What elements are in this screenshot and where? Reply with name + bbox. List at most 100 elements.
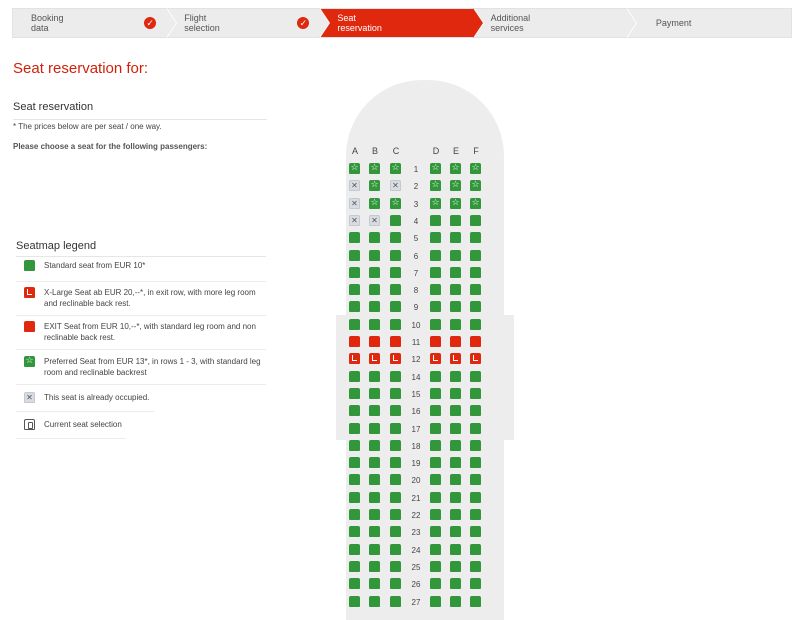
seat-12d[interactable] (430, 353, 441, 364)
seat-25f[interactable] (470, 561, 481, 572)
seat-27e[interactable] (450, 596, 461, 607)
seat-8d[interactable] (430, 284, 441, 295)
seat-1e[interactable] (450, 162, 461, 174)
seat-8a[interactable] (349, 284, 360, 295)
step-additional-services[interactable]: Additional services (473, 8, 638, 38)
seat-14c[interactable] (390, 371, 401, 382)
seat-26c[interactable] (390, 578, 401, 589)
seat-18c[interactable] (390, 440, 401, 451)
seat-4d[interactable] (430, 215, 441, 226)
seat-12b[interactable] (369, 353, 380, 364)
seat-5d[interactable] (430, 232, 441, 243)
seat-7e[interactable] (450, 267, 461, 278)
seat-22d[interactable] (430, 509, 441, 520)
seat-18b[interactable] (369, 440, 380, 451)
seat-2d[interactable] (430, 179, 441, 191)
seat-21a[interactable] (349, 492, 360, 503)
seat-26b[interactable] (369, 578, 380, 589)
seat-9a[interactable] (349, 301, 360, 312)
seat-20f[interactable] (470, 474, 481, 485)
seat-20b[interactable] (369, 474, 380, 485)
seat-25e[interactable] (450, 561, 461, 572)
seat-16a[interactable] (349, 405, 360, 416)
seat-3b[interactable] (369, 197, 380, 209)
seat-4c[interactable] (390, 215, 401, 226)
seat-3e[interactable] (450, 197, 461, 209)
seat-20a[interactable] (349, 474, 360, 485)
seat-20c[interactable] (390, 474, 401, 485)
seat-10b[interactable] (369, 319, 380, 330)
seat-22c[interactable] (390, 509, 401, 520)
seat-27b[interactable] (369, 596, 380, 607)
seat-16e[interactable] (450, 405, 461, 416)
seat-24c[interactable] (390, 544, 401, 555)
seat-17b[interactable] (369, 423, 380, 434)
seat-4e[interactable] (450, 215, 461, 226)
seat-10a[interactable] (349, 319, 360, 330)
seat-25c[interactable] (390, 561, 401, 572)
seat-1c[interactable] (390, 162, 401, 174)
seat-16b[interactable] (369, 405, 380, 416)
seat-15c[interactable] (390, 388, 401, 399)
seat-25b[interactable] (369, 561, 380, 572)
seat-19d[interactable] (430, 457, 441, 468)
seat-7f[interactable] (470, 267, 481, 278)
seat-11b[interactable] (369, 336, 380, 347)
seat-12f[interactable] (470, 353, 481, 364)
seat-12e[interactable] (450, 353, 461, 364)
seat-11c[interactable] (390, 336, 401, 347)
seat-27d[interactable] (430, 596, 441, 607)
seat-22f[interactable] (470, 509, 481, 520)
seat-17d[interactable] (430, 423, 441, 434)
step-seat-reservation[interactable]: Seat reservation (319, 8, 484, 38)
seat-2b[interactable] (369, 179, 380, 191)
seat-18f[interactable] (470, 440, 481, 451)
seat-23d[interactable] (430, 526, 441, 537)
seat-26f[interactable] (470, 578, 481, 589)
seat-3c[interactable] (390, 197, 401, 209)
seat-24e[interactable] (450, 544, 461, 555)
seat-3d[interactable] (430, 197, 441, 209)
seat-6c[interactable] (390, 250, 401, 261)
seat-6d[interactable] (430, 250, 441, 261)
seat-23b[interactable] (369, 526, 380, 537)
seat-21f[interactable] (470, 492, 481, 503)
seat-10f[interactable] (470, 319, 481, 330)
step-booking-data[interactable]: Booking data ✓ (13, 8, 178, 38)
seat-24f[interactable] (470, 544, 481, 555)
seat-1d[interactable] (430, 162, 441, 174)
seat-15f[interactable] (470, 388, 481, 399)
seat-4f[interactable] (470, 215, 481, 226)
seat-11a[interactable] (349, 336, 360, 347)
seat-27a[interactable] (349, 596, 360, 607)
seat-12a[interactable] (349, 353, 360, 364)
seat-17a[interactable] (349, 423, 360, 434)
seat-5e[interactable] (450, 232, 461, 243)
seat-17e[interactable] (450, 423, 461, 434)
step-payment[interactable]: Payment (626, 9, 791, 37)
seat-11e[interactable] (450, 336, 461, 347)
seat-9f[interactable] (470, 301, 481, 312)
seat-15b[interactable] (369, 388, 380, 399)
seat-8f[interactable] (470, 284, 481, 295)
seat-27f[interactable] (470, 596, 481, 607)
seat-26a[interactable] (349, 578, 360, 589)
seat-14b[interactable] (369, 371, 380, 382)
seat-27c[interactable] (390, 596, 401, 607)
seat-23f[interactable] (470, 526, 481, 537)
seat-10e[interactable] (450, 319, 461, 330)
seat-14e[interactable] (450, 371, 461, 382)
seat-19f[interactable] (470, 457, 481, 468)
seat-5f[interactable] (470, 232, 481, 243)
seat-2e[interactable] (450, 179, 461, 191)
seat-7a[interactable] (349, 267, 360, 278)
seat-26d[interactable] (430, 578, 441, 589)
seat-11d[interactable] (430, 336, 441, 347)
seat-16d[interactable] (430, 405, 441, 416)
seat-16c[interactable] (390, 405, 401, 416)
seat-18e[interactable] (450, 440, 461, 451)
seat-19a[interactable] (349, 457, 360, 468)
seat-5b[interactable] (369, 232, 380, 243)
seat-21b[interactable] (369, 492, 380, 503)
seat-16f[interactable] (470, 405, 481, 416)
